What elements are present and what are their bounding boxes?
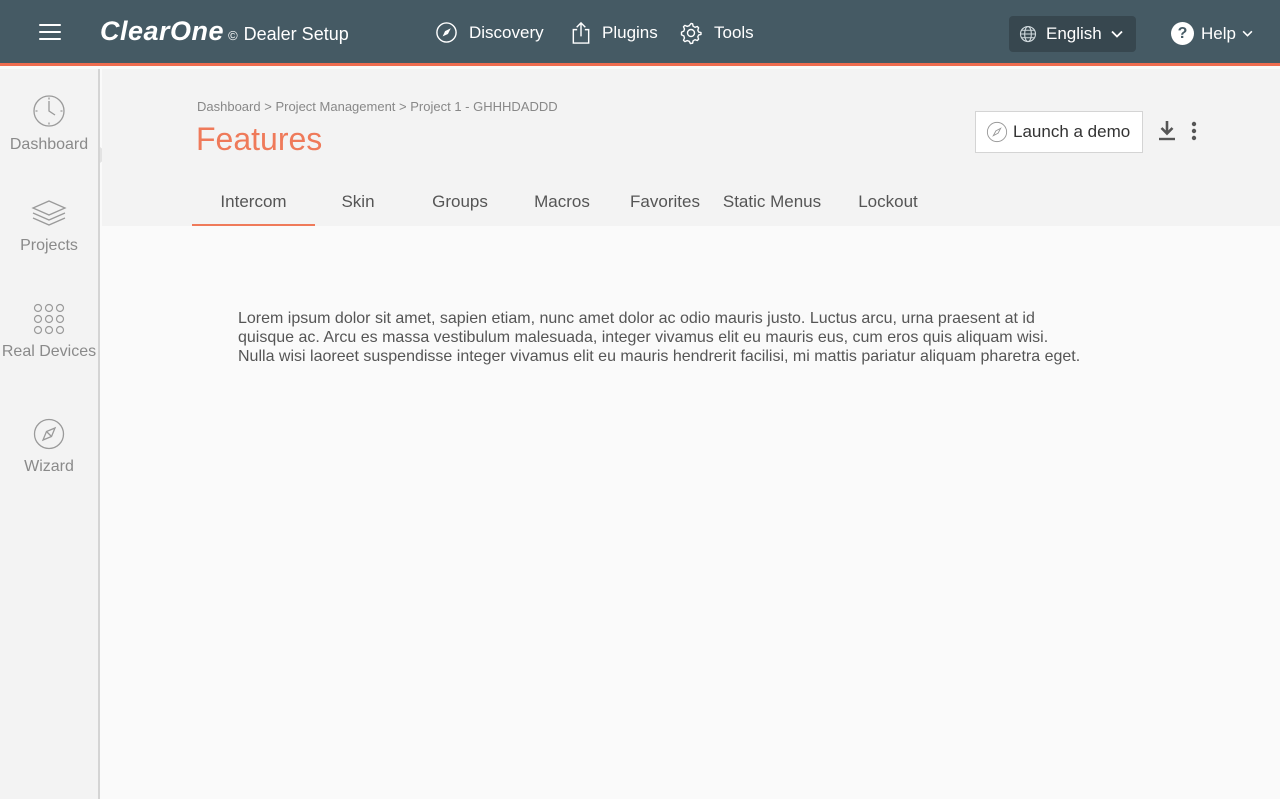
sidebar-item-projects[interactable]: Projects — [0, 199, 98, 255]
brand[interactable]: ClearOne © Dealer Setup — [100, 16, 349, 47]
nav-plugins-label: Plugins — [602, 22, 658, 42]
tab-intercom[interactable]: Intercom — [192, 192, 315, 226]
intercom-description: Lorem ipsum dolor sit amet, sapien etiam… — [238, 310, 1081, 365]
sidebar-item-real-devices[interactable]: Real Devices — [0, 303, 98, 361]
tab-groups[interactable]: Groups — [425, 192, 495, 226]
layers-icon — [31, 200, 67, 226]
nav-tools-label: Tools — [714, 23, 754, 42]
chevron-down-icon — [1242, 30, 1253, 37]
nav-discovery-label: Discovery — [469, 22, 544, 42]
language-select[interactable]: English — [1009, 16, 1136, 52]
upload-icon — [572, 21, 590, 44]
compass-icon — [986, 121, 1008, 143]
sidebar-item-label: Real Devices — [1, 343, 97, 360]
sidebar-item-label: Projects — [20, 237, 78, 254]
sidebar-item-dashboard[interactable]: Dashboard — [0, 94, 98, 154]
gear-icon — [680, 22, 702, 45]
launch-demo-button[interactable]: Launch a demo — [975, 111, 1143, 153]
breadcrumb-separator: > — [399, 99, 407, 114]
question-circle-icon: ? — [1171, 22, 1194, 45]
download-icon[interactable] — [1158, 120, 1176, 141]
compass-icon — [33, 418, 65, 450]
grid-dots-icon — [33, 303, 65, 335]
globe-icon — [1019, 25, 1037, 43]
tab-static-menus[interactable]: Static Menus — [720, 192, 824, 226]
brand-logo: ClearOne — [100, 16, 225, 46]
help-label: Help — [1201, 23, 1236, 43]
help-menu[interactable]: ? Help — [1171, 22, 1253, 45]
breadcrumb-project-management[interactable]: Project Management — [275, 99, 395, 114]
brand-subtitle: Dealer Setup — [243, 24, 349, 44]
breadcrumb: Dashboard > Project Management > Project… — [197, 99, 558, 114]
breadcrumb-dashboard[interactable]: Dashboard — [197, 99, 261, 114]
nav-discovery[interactable]: Discovery — [435, 21, 544, 44]
chevron-down-icon — [1111, 30, 1123, 38]
breadcrumb-separator: > — [264, 99, 272, 114]
sidebar-item-label: Dashboard — [9, 136, 89, 153]
clock-icon — [33, 95, 65, 127]
language-select-value: English — [1046, 24, 1102, 43]
tab-macros[interactable]: Macros — [527, 192, 597, 226]
tab-lockout[interactable]: Lockout — [852, 192, 924, 226]
top-navbar: ClearOne © Dealer Setup Discovery Plugin… — [0, 0, 1280, 66]
tab-skin[interactable]: Skin — [330, 192, 386, 226]
page-title: Features — [196, 121, 323, 157]
hamburger-menu-icon[interactable] — [39, 24, 61, 42]
sidebar-item-label: Wizard — [24, 458, 74, 475]
sidebar: Dashboard Projects Real Devices Wizard — [0, 69, 100, 799]
breadcrumb-current: Project 1 - GHHHDADDD — [410, 99, 558, 114]
more-vertical-icon[interactable] — [1188, 121, 1200, 141]
brand-copyright: © — [228, 28, 238, 43]
launch-demo-label: Launch a demo — [1013, 122, 1131, 141]
compass-arrow-icon — [436, 22, 457, 43]
nav-plugins[interactable]: Plugins — [571, 21, 658, 44]
tab-favorites[interactable]: Favorites — [627, 192, 703, 226]
nav-tools[interactable]: Tools — [679, 21, 754, 45]
sidebar-item-wizard[interactable]: Wizard — [0, 418, 98, 476]
